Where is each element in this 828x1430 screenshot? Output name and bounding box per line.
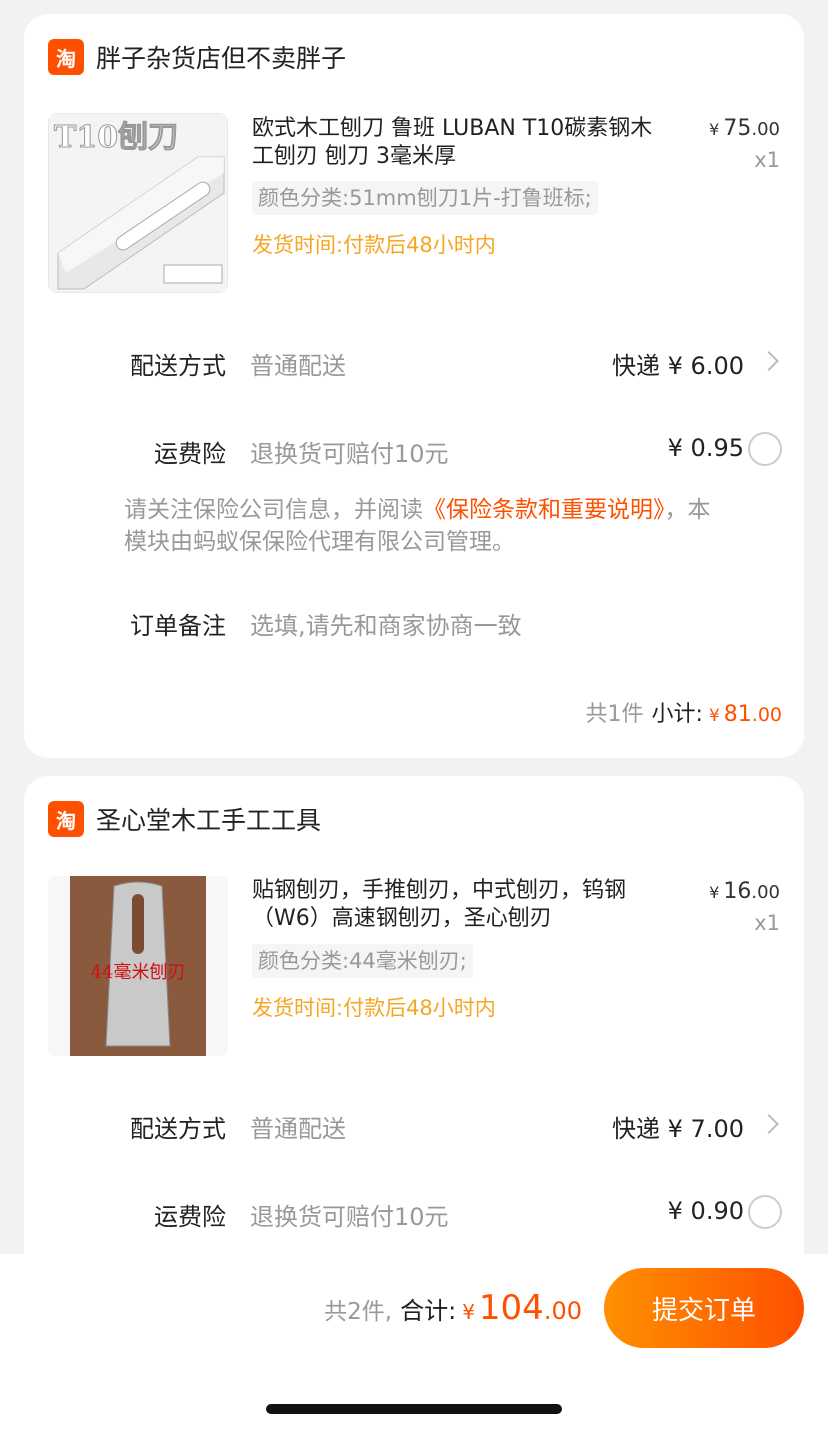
delivery-label: 配送方式: [130, 1115, 226, 1143]
total-count: 共2件,: [324, 1299, 393, 1325]
chevron-right-icon[interactable]: [759, 1114, 779, 1134]
checkout-bar: 共2件, 合计: ¥ 104 .00 提交订单: [0, 1254, 828, 1430]
order-confirm-page: 淘 胖子杂货店但不卖胖子 T10刨刀 欧式木工刨刀 鲁班 LUBAN T10碳素…: [0, 0, 828, 1430]
product-image-text: T10刨刀: [54, 120, 178, 155]
delivery-label: 配送方式: [130, 352, 226, 380]
price-dec: .00: [751, 882, 780, 903]
shop-card: 淘 圣心堂木工手工工具 44毫米刨刃 贴钢刨刃，手推刨刃，中式刨刃，钨钢（W6）…: [24, 776, 804, 1296]
insurance-radio[interactable]: [748, 1195, 782, 1229]
plane-iron-image: 44毫米刨刃: [48, 876, 228, 1056]
home-indicator[interactable]: [266, 1404, 562, 1414]
order-total: 共2件, 合计: ¥ 104 .00: [324, 1278, 582, 1338]
product-image[interactable]: 44毫米刨刃: [48, 876, 228, 1056]
shop-name[interactable]: 圣心堂木工手工工具: [96, 801, 321, 837]
insurance-radio[interactable]: [748, 432, 782, 466]
subtotal-int: 81: [723, 702, 752, 727]
price-currency: ¥: [709, 120, 720, 139]
remark-label: 订单备注: [130, 612, 226, 640]
ship-time: 发货时间:付款后48小时内: [252, 233, 496, 257]
ship-time: 发货时间:付款后48小时内: [252, 996, 496, 1020]
shop-header[interactable]: 淘 圣心堂木工手工工具: [48, 800, 321, 838]
delivery-value: 普通配送: [250, 1115, 346, 1143]
delivery-fee[interactable]: 快递 ¥ 7.00: [612, 1109, 744, 1144]
insurance-value: 退换货可赔付10元: [250, 1203, 449, 1231]
plane-blade-image: T10刨刀: [48, 113, 228, 293]
product-price: ¥16.00: [709, 879, 780, 904]
shop-name[interactable]: 胖子杂货店但不卖胖子: [96, 39, 346, 75]
product-title[interactable]: 贴钢刨刃，手推刨刃，中式刨刃，钨钢（W6）高速钢刨刃，圣心刨刃: [252, 877, 672, 933]
product-price: ¥75.00: [709, 116, 780, 141]
remark-input[interactable]: 选填,请先和商家协商一致: [250, 606, 690, 641]
subtotal-amount: ¥81.00: [703, 702, 782, 727]
product-qty: x1: [754, 148, 780, 172]
shop-subtotal: 共1件 小计: ¥81.00: [586, 696, 782, 728]
product-qty: x1: [754, 911, 780, 935]
shop-card: 淘 胖子杂货店但不卖胖子 T10刨刀 欧式木工刨刀 鲁班 LUBAN T10碳素…: [24, 14, 804, 758]
subtotal-label: 小计:: [651, 702, 703, 727]
subtotal-count: 共1件: [585, 702, 644, 727]
insurance-notice: 请关注保险公司信息，并阅读《保险条款和重要说明》，本模块由蚂蚁保保险代理有限公司…: [124, 494, 724, 558]
insurance-terms-link[interactable]: 《保险条款和重要说明》: [423, 497, 665, 523]
delivery-value: 普通配送: [250, 352, 346, 380]
subtotal-dec: .00: [751, 704, 782, 726]
insurance-price: ¥ 0.95: [667, 434, 744, 462]
chevron-right-icon[interactable]: [759, 351, 779, 371]
product-spec[interactable]: 颜色分类:44毫米刨刃;: [252, 944, 473, 978]
taobao-shop-icon: 淘: [48, 39, 84, 75]
insurance-price: ¥ 0.90: [667, 1197, 744, 1225]
product-image[interactable]: T10刨刀: [48, 113, 228, 293]
price-int: 16: [723, 879, 752, 904]
price-int: 75: [723, 116, 752, 141]
insurance-label: 运费险: [154, 440, 226, 468]
insurance-label: 运费险: [154, 1203, 226, 1231]
submit-order-button[interactable]: 提交订单: [604, 1268, 804, 1348]
product-spec[interactable]: 颜色分类:51mm刨刀1片-打鲁班标;: [252, 181, 598, 215]
price-currency: ¥: [709, 883, 720, 902]
total-int: 104: [478, 1288, 544, 1328]
insurance-value: 退换货可赔付10元: [250, 440, 449, 468]
total-label: 合计:: [400, 1297, 457, 1325]
product-image-text: 44毫米刨刃: [91, 962, 186, 983]
product-title[interactable]: 欧式木工刨刀 鲁班 LUBAN T10碳素钢木工刨刃 刨刀 3毫米厚: [252, 115, 672, 171]
taobao-shop-icon: 淘: [48, 801, 84, 837]
total-dec: .00: [543, 1297, 582, 1325]
delivery-fee[interactable]: 快递 ¥ 6.00: [612, 346, 744, 381]
notice-prefix: 请关注保险公司信息，并阅读: [124, 497, 423, 523]
price-dec: .00: [751, 119, 780, 140]
subtotal-currency: ¥: [708, 706, 720, 726]
shop-header[interactable]: 淘 胖子杂货店但不卖胖子: [48, 38, 346, 76]
total-currency: ¥: [462, 1300, 475, 1324]
